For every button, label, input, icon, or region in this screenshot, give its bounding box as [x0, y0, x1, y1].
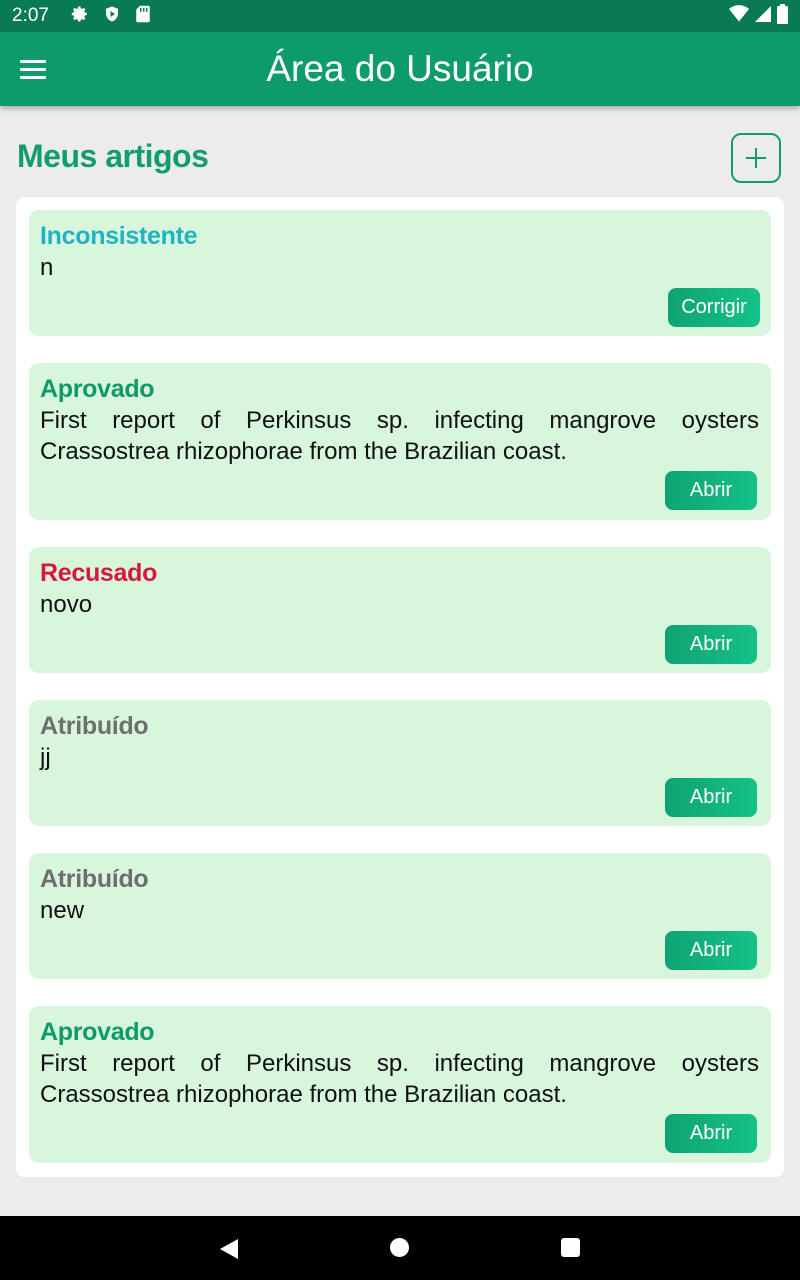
fix-button[interactable]: Corrigir: [668, 288, 760, 327]
recent-apps-icon[interactable]: [561, 1238, 580, 1257]
wifi-icon: [729, 4, 749, 28]
article-status: Aprovado: [40, 1018, 155, 1046]
navigation-bar: [0, 1216, 800, 1280]
article-card: Aprovado First report of Perkinsus sp. i…: [29, 1006, 771, 1163]
article-title: First report of Perkinsus sp. infecting …: [40, 1050, 759, 1108]
article-title: n: [40, 254, 54, 281]
add-article-button[interactable]: [731, 133, 781, 183]
article-list: Inconsistente n Corrigir Aprovado First …: [16, 197, 784, 1177]
article-card: Atribuído new Abrir: [29, 853, 771, 979]
article-card: Aprovado First report of Perkinsus sp. i…: [29, 363, 771, 520]
shield-icon: [103, 5, 121, 28]
open-button[interactable]: Abrir: [665, 778, 757, 817]
section-title: Meus artigos: [17, 138, 209, 174]
open-button[interactable]: Abrir: [665, 1114, 757, 1153]
article-status: Atribuído: [40, 712, 149, 740]
article-card: Recusado novo Abrir: [29, 547, 771, 673]
sd-card-icon: [135, 5, 151, 28]
status-bar: 2:07: [0, 0, 800, 32]
article-title: First report of Perkinsus sp. infecting …: [40, 407, 759, 465]
article-status: Atribuído: [40, 865, 149, 893]
battery-icon: [777, 3, 788, 29]
signal-icon: [755, 5, 771, 28]
article-status: Recusado: [40, 559, 158, 587]
open-button[interactable]: Abrir: [665, 931, 757, 970]
gear-icon: [71, 5, 89, 28]
home-icon[interactable]: [390, 1238, 409, 1257]
article-status: Inconsistente: [40, 222, 198, 250]
open-button[interactable]: Abrir: [665, 471, 757, 510]
app-title: Área do Usuário: [266, 48, 534, 89]
open-button[interactable]: Abrir: [665, 625, 757, 664]
hamburger-menu-icon[interactable]: [20, 52, 54, 86]
article-title: novo: [40, 591, 93, 618]
article-card: Atribuído jj Abrir: [29, 700, 771, 826]
status-time: 2:07: [12, 5, 49, 26]
back-icon[interactable]: [219, 1238, 239, 1260]
app-bar: Área do Usuário: [0, 32, 800, 106]
article-title: jj: [40, 744, 51, 771]
article-status: Aprovado: [40, 375, 155, 403]
article-card: Inconsistente n Corrigir: [29, 210, 771, 336]
article-title: new: [40, 897, 85, 924]
plus-icon: [746, 148, 766, 168]
